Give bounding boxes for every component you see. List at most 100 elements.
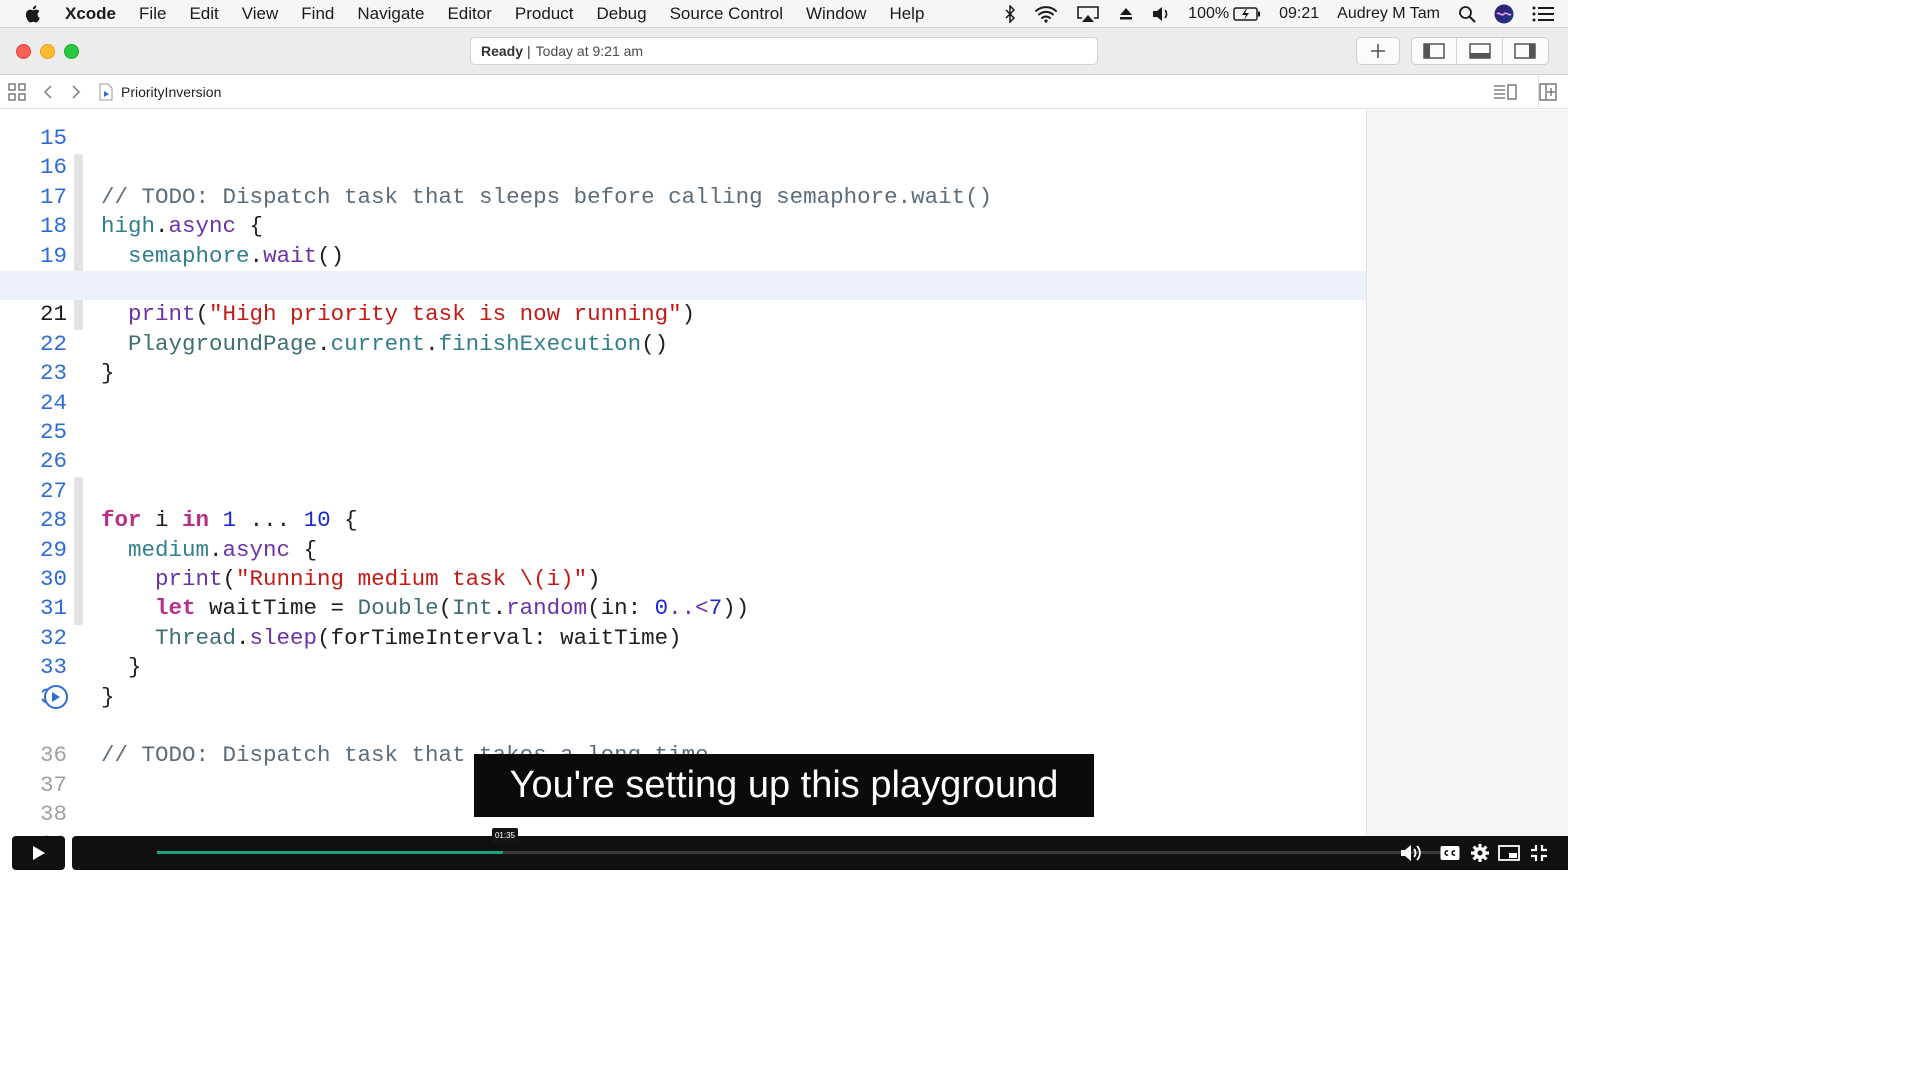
minimize-window-button[interactable] <box>40 44 55 59</box>
caption-text: You're setting up this playground <box>509 764 1059 806</box>
chevron-right-icon <box>72 85 81 99</box>
bottom-panel-icon <box>1468 43 1491 59</box>
run-playground-button[interactable] <box>44 685 68 709</box>
left-panel-icon <box>1423 43 1445 59</box>
code-line[interactable]: 16 // TODO: Dispatch task that sleeps be… <box>0 124 1366 209</box>
breadcrumb-file-name: PriorityInversion <box>121 84 222 100</box>
code-line[interactable]: 19 defer { semaphore.signal() } <box>0 212 1366 298</box>
code-line[interactable]: 34 <box>0 653 1366 710</box>
exit-fullscreen-icon <box>1531 845 1547 861</box>
spotlight-icon[interactable] <box>1458 5 1476 23</box>
apple-icon[interactable] <box>25 4 43 24</box>
closed-captions-icon <box>1440 846 1460 860</box>
code-line[interactable]: 36 <box>0 712 1366 768</box>
navigate-forward-button[interactable] <box>70 75 82 109</box>
editor-options-button[interactable] <box>1493 75 1517 109</box>
code-line[interactable]: 23 <box>0 330 1366 386</box>
add-library-button[interactable] <box>1356 37 1400 65</box>
code-line[interactable]: 24 <box>0 359 1366 416</box>
code-line[interactable]: 25 <box>0 389 1366 445</box>
navigator-toggle-button[interactable] <box>1412 38 1458 64</box>
code-line[interactable]: 32 } <box>0 594 1366 680</box>
play-button[interactable] <box>12 836 65 870</box>
menu-bar-extras: 100% 09:21 Audrey M Tam <box>1004 0 1554 28</box>
menu-edit[interactable]: Edit <box>189 4 218 24</box>
menu-editor[interactable]: Editor <box>447 4 491 24</box>
picture-in-picture-button[interactable] <box>1498 836 1520 870</box>
code-line[interactable]: // TODO: Dispatch task that takes a long… <box>0 683 1366 768</box>
battery-status[interactable]: 100% <box>1188 5 1261 23</box>
plus-icon <box>1371 44 1385 58</box>
menu-product[interactable]: Product <box>515 4 574 24</box>
status-time: Today at 9:21 am <box>535 43 644 59</box>
debug-area-toggle-button[interactable] <box>1457 38 1503 64</box>
play-icon <box>52 692 60 702</box>
split-editor-icon <box>1539 83 1557 101</box>
code-line[interactable]: 30 let waitTime = Double(Int.random(in: … <box>0 536 1366 621</box>
menu-debug[interactable]: Debug <box>596 4 646 24</box>
bluetooth-icon[interactable] <box>1004 5 1016 23</box>
inspector-toggle-button[interactable] <box>1503 38 1548 64</box>
video-caption: You're setting up this playground <box>474 754 1094 817</box>
panel-toggle-group <box>1411 37 1549 65</box>
menu-app-name[interactable]: Xcode <box>65 4 116 24</box>
close-window-button[interactable] <box>16 44 31 59</box>
code-line[interactable]: 15 <box>0 110 1366 151</box>
settings-button[interactable] <box>1469 836 1491 870</box>
volume-icon[interactable] <box>1152 6 1170 22</box>
menu-file[interactable]: File <box>139 4 166 24</box>
status-state: Ready <box>481 43 524 59</box>
exit-fullscreen-button[interactable] <box>1528 836 1550 870</box>
progress-fill <box>157 851 503 854</box>
code-line[interactable]: 20 print("High priority task is now runn… <box>0 242 1366 327</box>
menu-help[interactable]: Help <box>889 4 924 24</box>
volume-button[interactable] <box>1400 836 1422 870</box>
settings-icon <box>1471 844 1489 862</box>
eject-icon[interactable] <box>1118 6 1134 22</box>
related-items-button[interactable] <box>8 75 26 109</box>
notification-center-icon[interactable] <box>1532 6 1554 22</box>
menu-clock[interactable]: 09:21 <box>1279 5 1319 23</box>
closed-captions-button[interactable] <box>1439 836 1461 870</box>
code-line[interactable]: 17 high.async { <box>0 153 1366 239</box>
breadcrumb[interactable]: PriorityInversion <box>98 75 221 109</box>
code-line[interactable]: 29 print("Running medium task \(i)") <box>0 506 1366 592</box>
activity-status-bar: Ready | Today at 9:21 am <box>470 37 1098 65</box>
player-bar: 01:35 <box>72 828 1568 870</box>
code-line[interactable]: 27 for i in 1 ... 10 { <box>0 447 1366 533</box>
progress-track[interactable] <box>157 851 1457 854</box>
time-tooltip: 01:35 <box>492 828 518 843</box>
results-sidebar <box>1366 110 1568 840</box>
code-line[interactable]: 22 } <box>0 300 1366 386</box>
code-line[interactable]: 33 } <box>0 624 1366 709</box>
siri-icon[interactable] <box>1494 4 1514 24</box>
menu-find[interactable]: Find <box>301 4 334 24</box>
chevron-left-icon <box>43 85 52 99</box>
menu-window[interactable]: Window <box>806 4 866 24</box>
video-player-controls: 01:35 <box>0 828 1568 882</box>
menu-user[interactable]: Audrey M Tam <box>1337 5 1440 23</box>
volume-icon <box>1401 845 1421 861</box>
menu-bar: Xcode File Edit View Find Navigate Edito… <box>0 0 1568 28</box>
battery-percent: 100% <box>1188 5 1230 22</box>
status-separator: | <box>527 43 531 59</box>
navigate-back-button[interactable] <box>42 75 54 109</box>
zoom-window-button[interactable] <box>64 44 79 59</box>
source-editor[interactable]: 15 16 // TODO: Dispatch task that sleeps… <box>0 110 1366 840</box>
code-line[interactable]: 26 <box>0 418 1366 474</box>
menu-navigate[interactable]: Navigate <box>357 4 424 24</box>
right-panel-icon <box>1514 43 1537 59</box>
time-tooltip-text: 01:35 <box>494 831 516 840</box>
code-line[interactable]: 18 semaphore.wait() <box>0 183 1366 268</box>
code-line[interactable]: 28 medium.async { <box>0 477 1366 562</box>
airplay-icon[interactable] <box>1076 5 1100 23</box>
play-icon <box>32 846 45 860</box>
add-editor-button[interactable] <box>1538 75 1557 109</box>
playground-file-icon <box>99 83 113 101</box>
code-line[interactable]: 31 Thread.sleep(forTimeInterval: waitTim… <box>0 565 1366 650</box>
code-line-current[interactable]: 21 PlaygroundPage.current.finishExecutio… <box>0 271 1366 357</box>
menu-source-control[interactable]: Source Control <box>670 4 783 24</box>
battery-icon <box>1233 7 1261 21</box>
wifi-icon[interactable] <box>1034 5 1058 23</box>
menu-view[interactable]: View <box>242 4 279 24</box>
